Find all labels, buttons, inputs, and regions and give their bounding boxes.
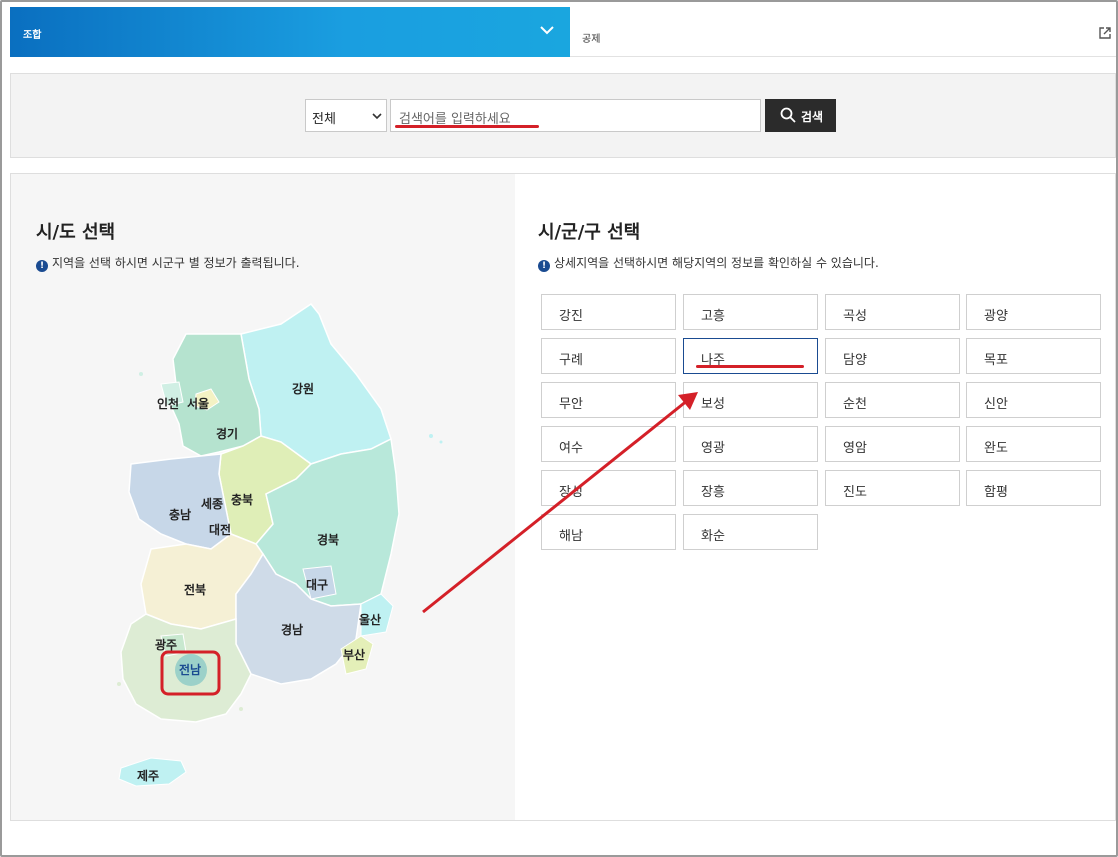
search-button-label: 검색 (801, 110, 824, 124)
tab-mutual-aid[interactable]: 공제 (570, 7, 1116, 57)
district-button[interactable]: 영암 (825, 426, 960, 462)
region-label[interactable]: 광주 (155, 637, 177, 652)
search-panel: 전체 검색어를 입력하세요 검색 (10, 73, 1116, 158)
region-label[interactable]: 세종 (201, 496, 223, 511)
tab-association[interactable]: 조합 (10, 7, 570, 57)
region-label[interactable]: 충북 (231, 492, 253, 507)
island-dot (239, 707, 243, 711)
region-label[interactable]: 대구 (306, 578, 328, 592)
region-label[interactable]: 울산 (359, 612, 381, 627)
tab-bar: 조합 공제 (10, 7, 1116, 57)
district-button[interactable]: 광양 (966, 294, 1101, 330)
district-button[interactable]: 무안 (541, 382, 676, 418)
search-input[interactable]: 검색어를 입력하세요 (390, 99, 761, 132)
district-button[interactable]: 장성 (541, 470, 676, 506)
tab-mutual-aid-label: 공제 (582, 34, 601, 45)
region-label[interactable]: 대전 (209, 522, 231, 537)
region-label[interactable]: 충남 (169, 507, 191, 522)
region-label[interactable]: 부산 (343, 647, 365, 662)
search-scope-select[interactable]: 전체 (305, 99, 387, 132)
district-button[interactable]: 고흥 (683, 294, 818, 330)
district-note-text: 상세지역을 선택하시면 해당지역의 정보를 확인하실 수 있습니다. (554, 256, 879, 270)
district-button[interactable]: 강진 (541, 294, 676, 330)
district-button[interactable]: 곡성 (825, 294, 960, 330)
district-button[interactable]: 신안 (966, 382, 1101, 418)
annotation-underline (395, 125, 539, 128)
chevron-down-icon (372, 113, 382, 120)
district-button[interactable]: 완도 (966, 426, 1101, 462)
district-button[interactable]: 진도 (825, 470, 960, 506)
island-dot (117, 682, 121, 686)
region-label[interactable]: 전북 (184, 582, 206, 597)
province-panel: 시/도 선택 ! 지역을 선택 하시면 시군구 별 정보가 출력됩니다. 인천 … (11, 174, 515, 820)
external-link-icon[interactable] (1098, 26, 1112, 40)
district-button[interactable]: 목포 (966, 338, 1101, 374)
region-label[interactable]: 인천 (157, 396, 179, 411)
district-button[interactable]: 화순 (683, 514, 818, 550)
region-label[interactable]: 강원 (292, 382, 314, 396)
district-button[interactable]: 담양 (825, 338, 960, 374)
district-button[interactable]: 해남 (541, 514, 676, 550)
district-button[interactable]: 여수 (541, 426, 676, 462)
region-label[interactable]: 경북 (317, 533, 339, 547)
region-label-selected[interactable]: 전남 (179, 662, 201, 677)
region-label[interactable]: 경남 (281, 622, 303, 637)
island-dot (429, 434, 433, 438)
info-icon: ! (538, 260, 550, 272)
search-scope-value: 전체 (312, 112, 336, 127)
district-note: ! 상세지역을 선택하시면 해당지역의 정보를 확인하실 수 있습니다. (538, 254, 879, 272)
district-button-selected[interactable]: 나주 (683, 338, 818, 374)
district-title: 시/군/구 선택 (538, 222, 641, 243)
tab-association-label: 조합 (23, 30, 42, 41)
district-button[interactable]: 구례 (541, 338, 676, 374)
district-button[interactable]: 순천 (825, 382, 960, 418)
region-label[interactable]: 경기 (216, 426, 238, 441)
district-button[interactable]: 보성 (683, 382, 818, 418)
chevron-down-icon[interactable] (538, 21, 556, 39)
search-icon (780, 107, 796, 123)
district-button[interactable]: 영광 (683, 426, 818, 462)
annotation-underline (696, 365, 804, 368)
island-dot (439, 440, 443, 444)
search-button[interactable]: 검색 (765, 99, 836, 132)
district-button[interactable]: 장흥 (683, 470, 818, 506)
district-button[interactable]: 함평 (966, 470, 1101, 506)
region-label[interactable]: 제주 (137, 769, 159, 783)
region-label[interactable]: 서울 (187, 396, 209, 411)
island-dot (139, 372, 143, 376)
korea-map: 인천 서울 강원 경기 세종 충북 충남 대전 경북 전북 대구 울산 경남 광… (117, 302, 443, 787)
